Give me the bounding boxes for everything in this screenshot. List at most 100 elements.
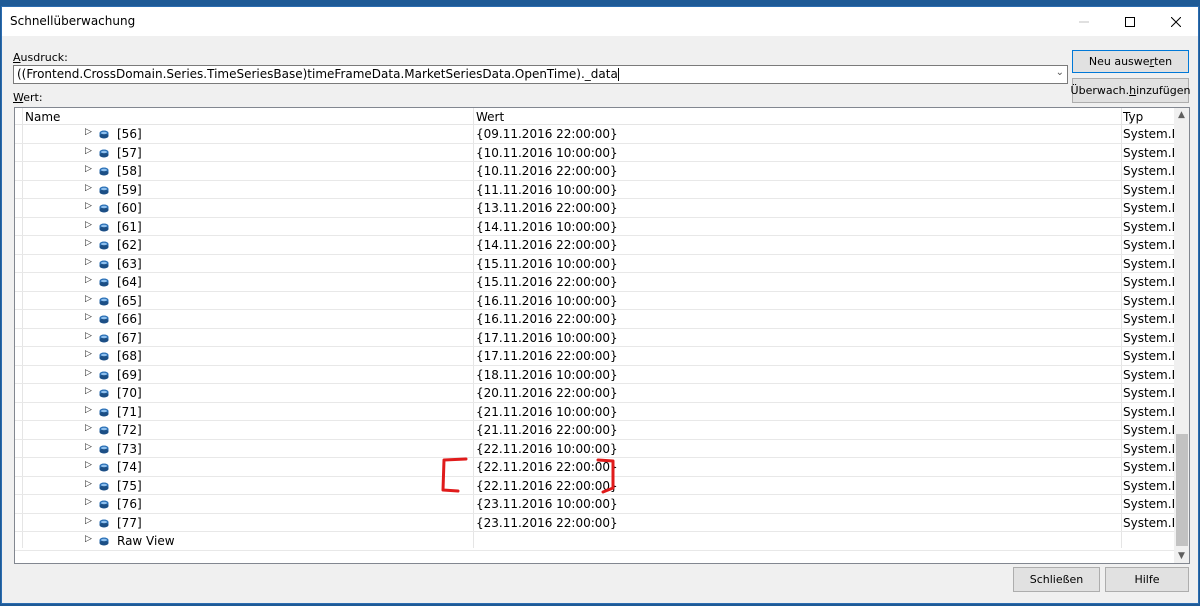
row-type: System.DateTime [1123,460,1175,474]
table-row[interactable]: ▷ [71] {21.11.2016 10:00:00} System.DateTim… [15,403,1175,421]
grid-header: Name Wert Typ [15,108,1175,125]
minimize-button[interactable] [1061,7,1107,36]
table-row[interactable]: ▷ [72] {21.11.2016 22:00:00} System.DateTim… [15,421,1175,440]
expand-triangle-icon[interactable]: ▷ [85,442,92,452]
expand-triangle-icon[interactable]: ▷ [85,238,92,248]
expand-triangle-icon[interactable]: ▷ [85,534,92,544]
table-row[interactable]: ▷ [56] {09.11.2016 22:00:00} System.DateTim… [15,125,1175,144]
table-row[interactable]: ▷ [67] {17.11.2016 10:00:00} System.DateTim… [15,329,1175,347]
row-value: {21.11.2016 22:00:00} [476,423,618,437]
expand-triangle-icon[interactable]: ▷ [85,312,92,322]
row-value: {22.11.2016 10:00:00} [476,441,618,456]
row-value: {09.11.2016 22:00:00} [476,127,618,141]
reevaluate-button[interactable]: Neu auswe r ten [1072,50,1189,73]
expand-triangle-icon[interactable]: ▷ [85,257,92,267]
expression-label: Ausdruck: [13,51,68,64]
object-cube-icon [99,535,109,546]
scrollbar-thumb[interactable] [1176,434,1188,546]
expand-triangle-icon[interactable]: ▷ [85,386,92,396]
row-type: System.DateTime [1123,367,1175,382]
row-type: System.DateTime [1123,219,1175,234]
row-name: [63] [117,256,142,271]
table-row[interactable]: ▷ [60] {13.11.2016 22:00:00} System.DateTim… [15,199,1175,218]
row-name: [58] [117,164,142,178]
chevron-down-icon[interactable]: ⌄ [1056,67,1064,78]
expand-triangle-icon[interactable]: ▷ [85,479,92,489]
vertical-scrollbar[interactable]: ▲ ▼ [1174,108,1189,563]
title-bar[interactable]: Schnellüberwachung [2,7,1198,36]
expand-triangle-icon[interactable]: ▷ [85,460,92,470]
expand-triangle-icon[interactable]: ▷ [85,349,92,359]
expand-triangle-icon[interactable]: ▷ [85,146,92,156]
table-row[interactable]: ▷ [68] {17.11.2016 22:00:00} System.DateTim… [15,347,1175,366]
add-watch-button[interactable]: Überwach. h inzufügen [1071,78,1190,103]
close-window-button[interactable] [1153,7,1199,36]
table-row[interactable]: ▷ [62] {14.11.2016 22:00:00} System.DateTim… [15,236,1175,255]
expand-triangle-icon[interactable]: ▷ [85,220,92,230]
quickwatch-window: Schnellüberwachung Ausdruck: ((Frontend.… [1,6,1199,604]
expand-triangle-icon[interactable]: ▷ [85,516,92,526]
table-row[interactable]: ▷ [63] {15.11.2016 10:00:00} System.DateTim… [15,255,1175,273]
row-type: System.DateTime [1123,478,1175,493]
table-row[interactable]: ▷ [58] {10.11.2016 22:00:00} System.DateTim… [15,162,1175,181]
expand-triangle-icon[interactable]: ▷ [85,127,92,137]
table-row[interactable]: ▷ [57] {10.11.2016 10:00:00} System.DateTim… [15,144,1175,162]
table-row[interactable]: ▷ [65] {16.11.2016 10:00:00} System.DateTim… [15,292,1175,310]
table-row[interactable]: ▷ [59] {11.11.2016 10:00:00} System.DateTim… [15,181,1175,199]
maximize-button[interactable] [1107,7,1153,36]
row-type: System.DateTime [1123,330,1175,345]
table-row[interactable]: ▷ [76] {23.11.2016 10:00:00} System.DateTim… [15,495,1175,514]
table-row[interactable]: ▷ [77] {23.11.2016 22:00:00} System.DateTim… [15,514,1175,532]
expand-triangle-icon[interactable]: ▷ [85,423,92,433]
expand-triangle-icon[interactable]: ▷ [85,294,92,304]
expand-triangle-icon[interactable]: ▷ [85,368,92,378]
expand-triangle-icon[interactable]: ▷ [85,497,92,507]
row-type: System.DateTime [1123,127,1175,141]
help-button[interactable]: Hilfe [1105,567,1189,592]
table-row[interactable]: ▷ [70] {20.11.2016 22:00:00} System.DateTim… [15,384,1175,403]
row-name: [57] [117,145,142,160]
row-name: Raw View [117,534,175,548]
expand-triangle-icon[interactable]: ▷ [85,201,92,211]
table-row[interactable]: ▷ [66] {16.11.2016 22:00:00} System.DateTim… [15,310,1175,329]
table-row[interactable]: ▷ [61] {14.11.2016 10:00:00} System.DateTim… [15,218,1175,236]
table-row[interactable]: ▷ Raw View [15,532,1175,551]
close-button[interactable]: Schließen [1013,567,1100,592]
expand-triangle-icon[interactable]: ▷ [85,164,92,174]
object-cube-icon [99,147,109,157]
table-row[interactable]: ▷ [73] {22.11.2016 10:00:00} System.DateTim… [15,440,1175,458]
object-cube-icon [99,406,109,416]
row-value: {10.11.2016 10:00:00} [476,145,618,160]
expression-input[interactable]: ((Frontend.CrossDomain.Series.TimeSeries… [13,65,1068,84]
row-type: System.DateTime [1123,201,1175,215]
row-name: [64] [117,275,142,289]
object-cube-icon [99,184,109,194]
expand-triangle-icon[interactable]: ▷ [85,331,92,341]
column-header-name[interactable]: Name [25,110,60,124]
close-icon [1171,16,1181,27]
column-header-type[interactable]: Typ [1123,110,1143,124]
expand-triangle-icon[interactable]: ▷ [85,275,92,285]
row-value: {15.11.2016 22:00:00} [476,275,618,289]
value-label: Wert: [13,91,43,104]
scroll-up-icon[interactable]: ▲ [1178,110,1185,120]
table-row[interactable]: ▷ [64] {15.11.2016 22:00:00} System.DateTim… [15,273,1175,292]
table-row[interactable]: ▷ [75] {22.11.2016 22:00:00} System.DateTim… [15,477,1175,495]
row-name: [56] [117,127,142,141]
table-row[interactable]: ▷ [69] {18.11.2016 10:00:00} System.DateTim… [15,366,1175,384]
row-type: System.DateTime [1123,275,1175,289]
expand-triangle-icon[interactable]: ▷ [85,405,92,415]
minimize-icon [1079,21,1089,22]
row-name: [71] [117,404,142,419]
row-name: [66] [117,312,142,326]
row-name: [68] [117,349,142,363]
watch-grid[interactable]: Name Wert Typ ▷ [56] {09.11.2016 22:00:00}… [14,107,1190,564]
object-cube-icon [99,350,109,361]
row-value: {23.11.2016 22:00:00} [476,515,618,530]
scroll-down-icon[interactable]: ▼ [1178,551,1185,561]
table-row[interactable]: ▷ [74] {22.11.2016 22:00:00} System.DateTim… [15,458,1175,477]
row-type: System.DateTime [1123,423,1175,437]
column-header-value[interactable]: Wert [476,110,504,124]
expand-triangle-icon[interactable]: ▷ [85,183,92,193]
row-type: System.DateTime [1123,164,1175,178]
